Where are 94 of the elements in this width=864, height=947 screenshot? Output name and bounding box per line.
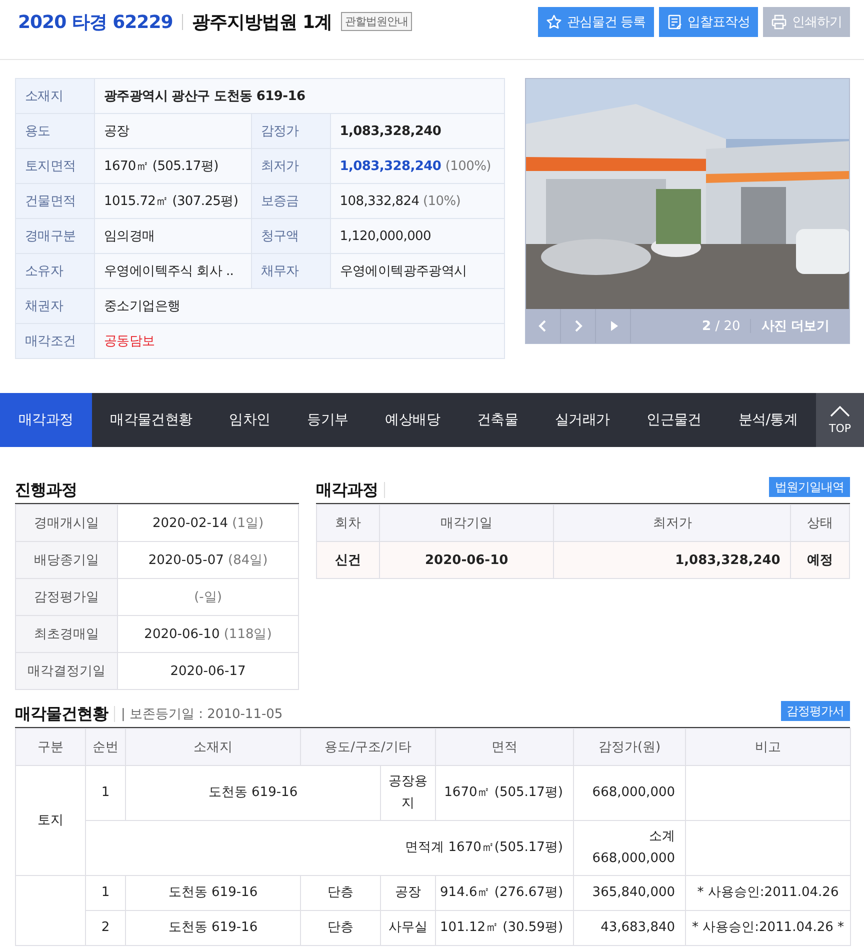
table-cell: 2 <box>86 910 126 946</box>
table-cell: 소계 668,000,000 <box>574 820 686 876</box>
field-value: 중소기업은행 <box>94 288 504 324</box>
field-value: 광주광역시 광산구 도천동 619-16 <box>94 78 504 114</box>
field-value: 108,332,824 (10%) <box>330 184 504 218</box>
field-value: 2020-06-17 <box>118 652 298 690</box>
table-cell: 도천동 619-16 <box>126 876 300 910</box>
field-label: 채무자 <box>251 254 330 288</box>
column-header: 매각기일 <box>380 504 554 542</box>
photo-counter: 2 / 20 <box>702 318 740 334</box>
nav-tab[interactable]: 매각과정 <box>0 393 92 447</box>
table-cell: * 사용승인:2011.04.26 * <box>686 910 851 946</box>
column-header: 면적 <box>436 728 574 766</box>
star-icon <box>546 14 562 30</box>
column-header: 소재지 <box>126 728 300 766</box>
field-label: 소재지 <box>16 78 94 114</box>
field-label: 매각조건 <box>16 324 94 358</box>
field-label: 용도 <box>16 114 94 148</box>
field-value: 공장 <box>94 114 252 148</box>
top-button[interactable]: TOP <box>816 393 864 447</box>
table-cell: 668,000,000 <box>574 766 686 820</box>
column-header: 구분 <box>16 728 86 766</box>
table-cell: 1 <box>86 766 126 820</box>
table-cell: 2020-06-10 <box>380 542 554 578</box>
court-name: 광주지방법원 1계 <box>192 10 332 34</box>
table-cell: 43,683,840 <box>574 910 686 946</box>
case-number: 2020 타경 62229 <box>18 10 173 34</box>
table-cell: 단층 <box>300 876 380 910</box>
field-label: 경매구분 <box>16 218 94 254</box>
table-cell: * 사용승인:2011.04.26 <box>686 876 851 910</box>
table-cell: 914.6㎡ (276.67평) <box>436 876 574 910</box>
nav-tab[interactable]: 분석/통계 <box>720 393 816 447</box>
field-value: (-일) <box>118 578 298 616</box>
field-label: 경매개시일 <box>16 504 118 542</box>
table-cell: 도천동 619-16 <box>126 910 300 946</box>
nav-tab[interactable]: 실거래가 <box>536 393 628 447</box>
document-icon <box>666 14 682 30</box>
table-cell: 면적계 1670㎡(505.17평) <box>86 820 574 876</box>
table-cell: 1 <box>86 876 126 910</box>
column-header: 감정가(원) <box>574 728 686 766</box>
column-header: 최저가 <box>554 504 791 542</box>
column-header: 상태 <box>790 504 850 542</box>
table-cell: 사무실 <box>380 910 436 946</box>
field-label: 감정가 <box>251 114 330 148</box>
table-cell: 예정 <box>790 542 850 578</box>
nav-tab[interactable]: 매각물건현황 <box>92 393 211 447</box>
field-label: 건물면적 <box>16 184 94 218</box>
field-label: 최초경매일 <box>16 616 118 652</box>
printer-icon <box>771 14 787 30</box>
field-value: 우영에이텍광주광역시 <box>330 254 504 288</box>
column-header: 용도/구조/기타 <box>300 728 436 766</box>
field-value: 1670㎡ (505.17평) <box>94 148 252 184</box>
field-label: 청구액 <box>251 218 330 254</box>
nav-tab[interactable]: 임차인 <box>210 393 289 447</box>
column-header: 비고 <box>686 728 851 766</box>
field-value: 1,120,000,000 <box>330 218 504 254</box>
field-label: 최저가 <box>251 148 330 184</box>
field-label: 배당종기일 <box>16 542 118 578</box>
table-cell: 토지 <box>16 766 86 876</box>
nav-tab[interactable]: 건축물 <box>458 393 536 447</box>
field-value: 우영에이텍주식 회사 .. <box>94 254 252 288</box>
table-cell: 도천동 619-16 <box>126 766 380 820</box>
section-title: 매각물건현황 <box>15 703 108 725</box>
field-value: 2020-06-10 (118일) <box>118 616 298 652</box>
field-label: 보증금 <box>251 184 330 218</box>
table-cell: 1670㎡ (505.17평) <box>436 766 574 820</box>
table-cell: 단층 <box>300 910 380 946</box>
registration-date: | 보존등기일 : 2010-11-05 <box>121 706 283 723</box>
nav-tab[interactable]: 예상배당 <box>366 393 458 447</box>
table-cell: 101.12㎡ (30.59평) <box>436 910 574 946</box>
column-header: 순번 <box>86 728 126 766</box>
field-value: 공동담보 <box>94 324 504 358</box>
field-label: 감정평가일 <box>16 578 118 616</box>
field-value: 1,083,328,240 (100%) <box>330 148 504 184</box>
section-title: 매각과정 <box>316 479 378 501</box>
field-label: 토지면적 <box>16 148 94 184</box>
table-cell: 신건 <box>316 542 380 578</box>
column-header: 회차 <box>316 504 380 542</box>
table-cell: 공장용지 <box>380 766 436 820</box>
chevron-up-icon <box>830 405 850 417</box>
field-value: 임의경매 <box>94 218 252 254</box>
table-cell: 1,083,328,240 <box>554 542 791 578</box>
nav-tab[interactable]: 인근물건 <box>628 393 720 447</box>
nav-tab[interactable]: 등기부 <box>288 393 367 447</box>
field-value: 1,083,328,240 <box>330 114 504 148</box>
table-cell: 365,840,000 <box>574 876 686 910</box>
field-value: 1015.72㎡ (307.25평) <box>94 184 252 218</box>
table-cell: 공장 <box>380 876 436 910</box>
court-info-button[interactable]: 관할법원안내 <box>341 12 412 31</box>
field-label: 채권자 <box>16 288 94 324</box>
field-value: 2020-05-07 (84일) <box>118 542 298 578</box>
field-label: 소유자 <box>16 254 94 288</box>
field-value: 2020-02-14 (1일) <box>118 504 298 542</box>
field-label: 매각결정기일 <box>16 652 118 690</box>
